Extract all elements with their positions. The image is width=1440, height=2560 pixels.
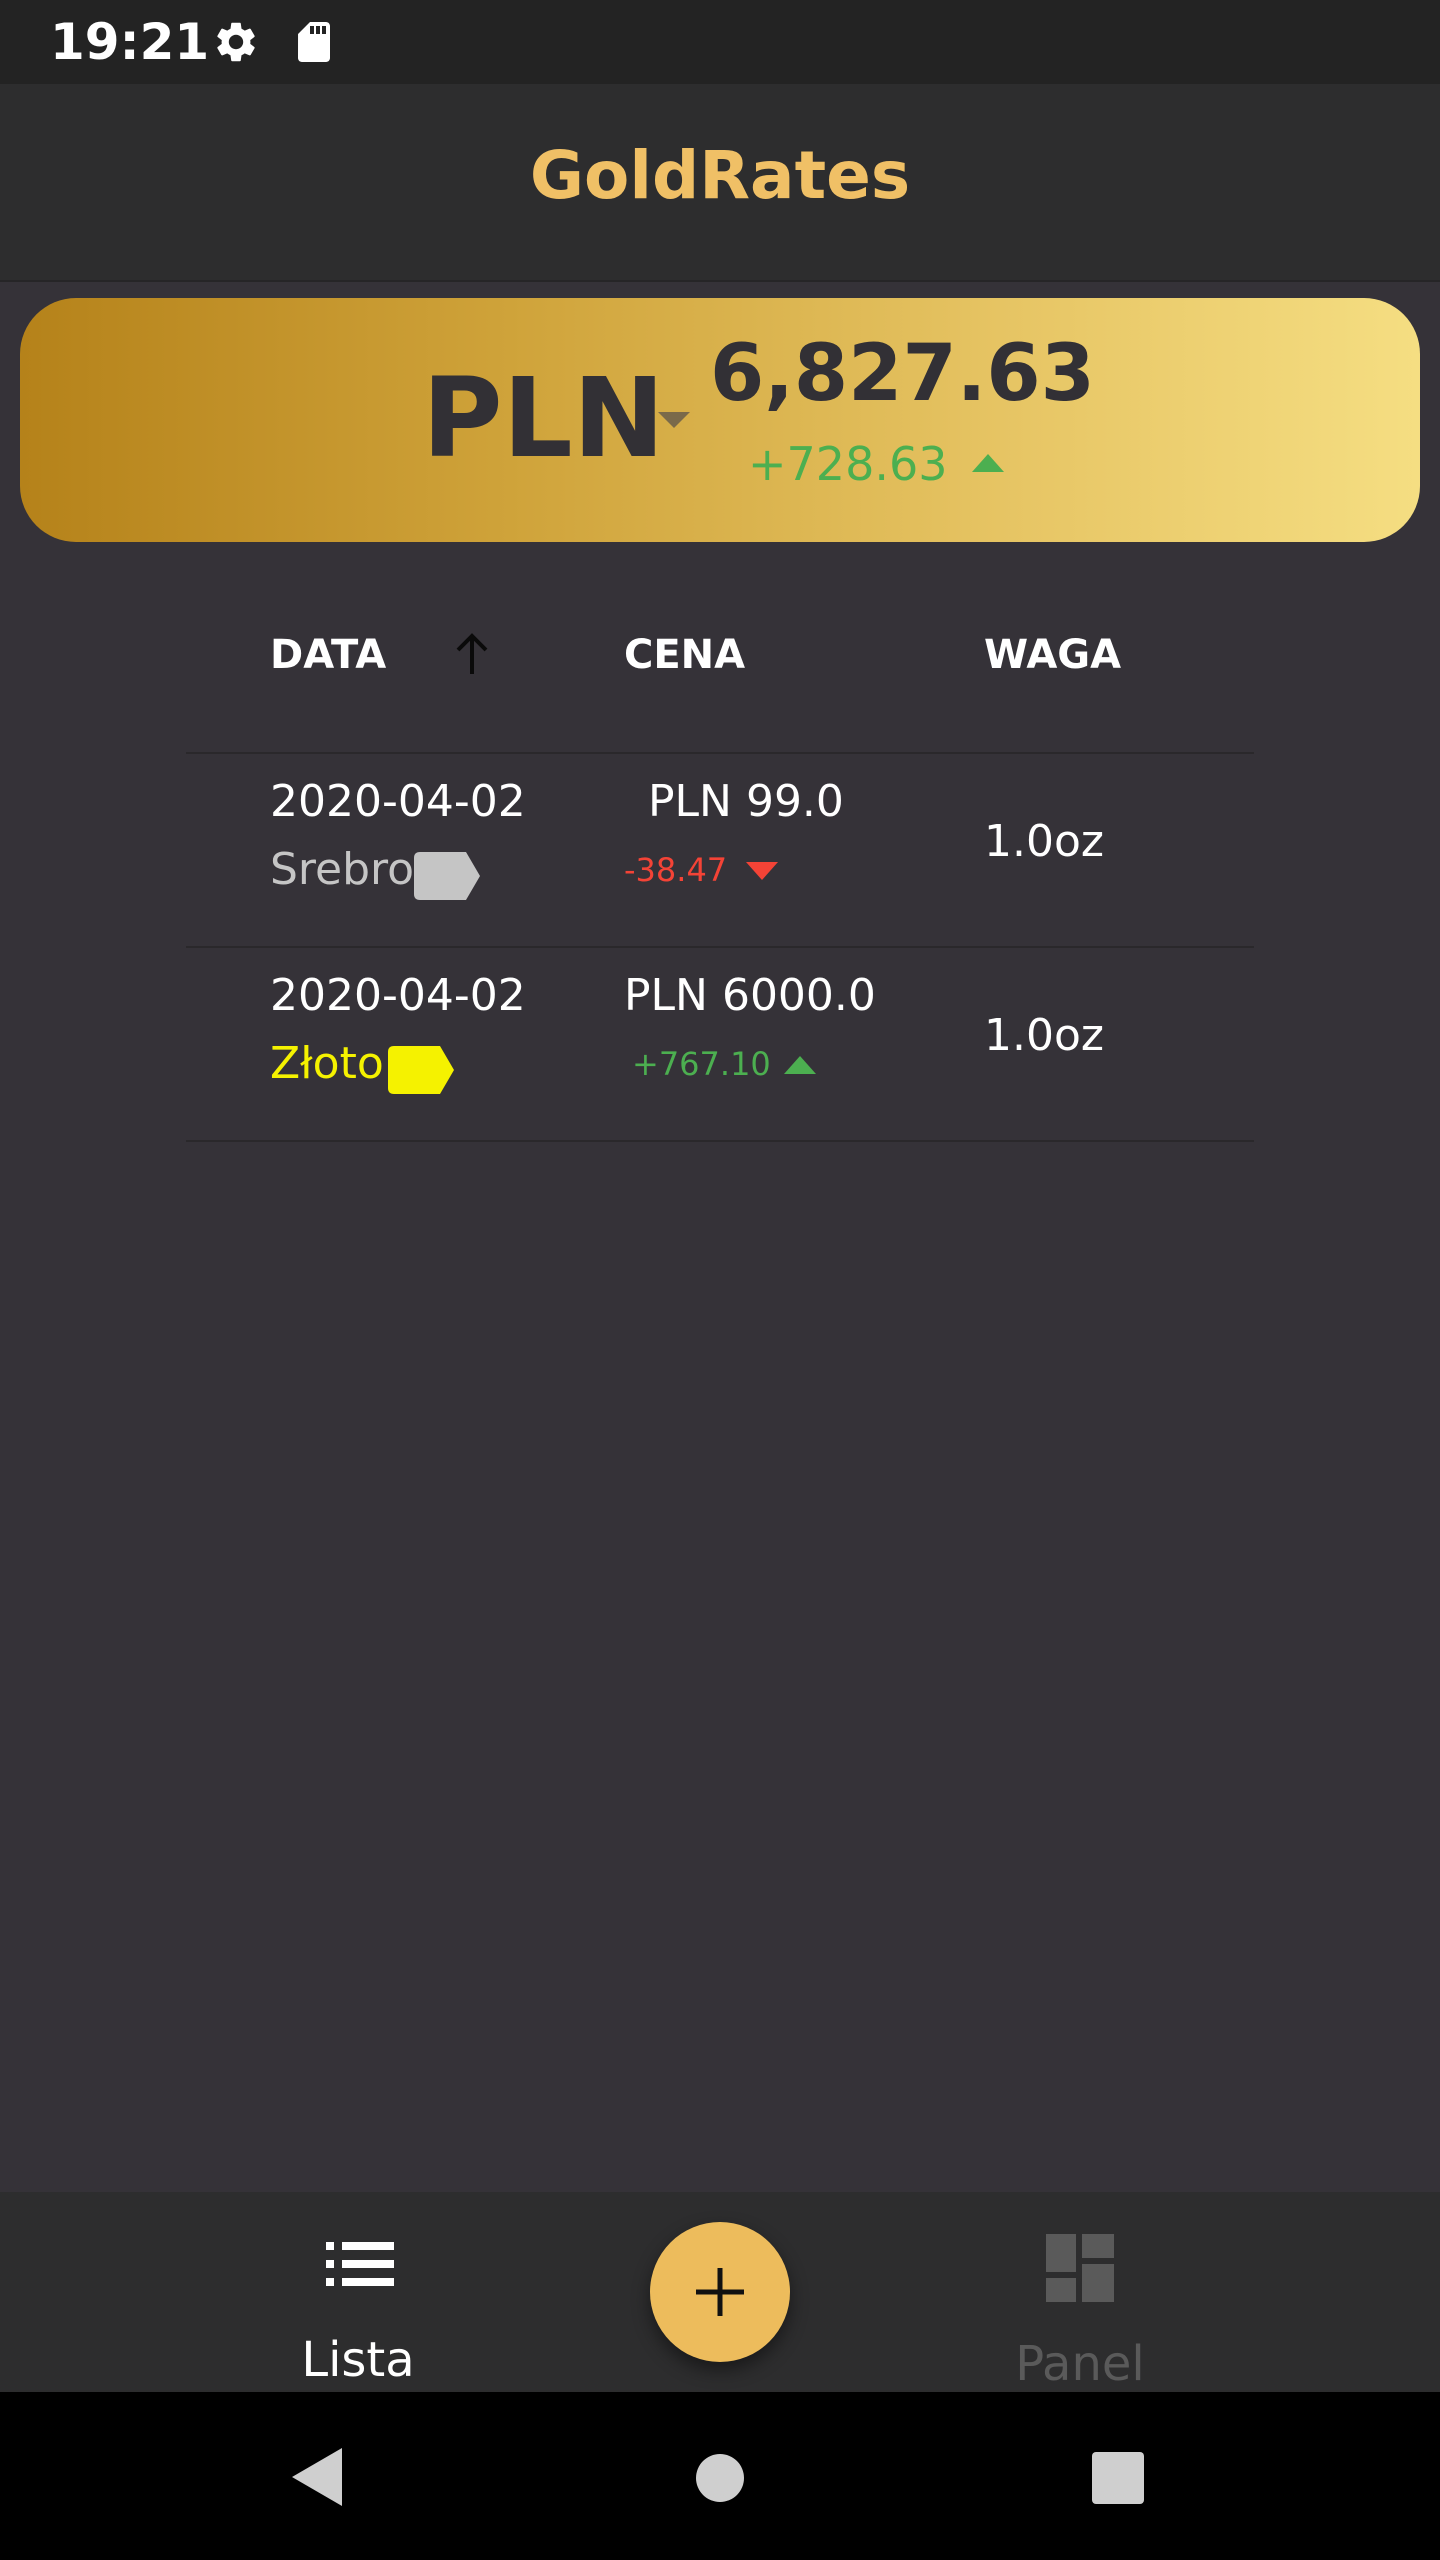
system-navigation-bar bbox=[0, 2392, 1440, 2560]
list-icon bbox=[326, 2240, 394, 2293]
row-diff: +767.10 bbox=[632, 1045, 771, 1083]
column-header-date[interactable]: DATA bbox=[270, 630, 386, 680]
label-tag-icon bbox=[388, 1046, 456, 1099]
nav-tab-panel[interactable]: Panel bbox=[930, 2192, 1230, 2392]
plus-icon bbox=[694, 2266, 746, 2323]
divider bbox=[186, 752, 1254, 754]
total-value: 6,827.63 bbox=[710, 329, 1095, 419]
label-tag-icon bbox=[414, 852, 482, 905]
table-header: DATA CENA WAGA bbox=[0, 620, 1440, 690]
nav-label-panel: Panel bbox=[1015, 2336, 1145, 2392]
trend-up-icon bbox=[970, 452, 1006, 479]
back-icon[interactable] bbox=[290, 2446, 344, 2513]
status-bar: 19:21 bbox=[0, 0, 1440, 84]
status-time: 19:21 bbox=[50, 13, 210, 71]
trend-up-icon bbox=[782, 1054, 818, 1081]
sd-card-icon bbox=[290, 18, 338, 71]
row-date: 2020-04-02 bbox=[270, 776, 526, 827]
divider bbox=[186, 946, 1254, 948]
app-bar: GoldRates bbox=[0, 84, 1440, 282]
row-diff: -38.47 bbox=[624, 851, 728, 889]
row-weight: 1.0oz bbox=[984, 1010, 1104, 1061]
add-button[interactable] bbox=[650, 2222, 790, 2362]
nav-tab-lista[interactable]: Lista bbox=[208, 2192, 508, 2392]
currency-selector[interactable]: PLN bbox=[422, 358, 665, 478]
arrow-up-icon[interactable] bbox=[452, 632, 492, 683]
column-header-price[interactable]: CENA bbox=[624, 630, 745, 680]
nav-label-lista: Lista bbox=[301, 2332, 415, 2388]
row-date: 2020-04-02 bbox=[270, 970, 526, 1021]
settings-icon bbox=[212, 18, 260, 71]
trend-down-icon bbox=[744, 860, 780, 887]
row-metal: Srebro bbox=[270, 844, 415, 895]
dropdown-arrow-icon[interactable] bbox=[654, 408, 694, 437]
column-header-weight[interactable]: WAGA bbox=[984, 630, 1121, 680]
row-metal: Złoto bbox=[270, 1038, 384, 1089]
row-weight: 1.0oz bbox=[984, 816, 1104, 867]
table-row[interactable]: 2020-04-02 Srebro PLN 99.0 -38.47 1.0oz bbox=[186, 756, 1254, 946]
row-price: PLN 99.0 bbox=[648, 776, 844, 827]
divider bbox=[186, 1140, 1254, 1142]
dashboard-icon bbox=[1046, 2234, 1114, 2307]
table-row[interactable]: 2020-04-02 Złoto PLN 6000.0 +767.10 1.0o… bbox=[186, 950, 1254, 1140]
app-title: GoldRates bbox=[529, 137, 911, 214]
summary-card: PLN 6,827.63 +728.63 bbox=[20, 298, 1420, 542]
recents-icon[interactable] bbox=[1090, 2452, 1146, 2509]
total-change: +728.63 bbox=[748, 437, 948, 491]
home-icon[interactable] bbox=[694, 2452, 746, 2509]
row-price: PLN 6000.0 bbox=[624, 970, 876, 1021]
